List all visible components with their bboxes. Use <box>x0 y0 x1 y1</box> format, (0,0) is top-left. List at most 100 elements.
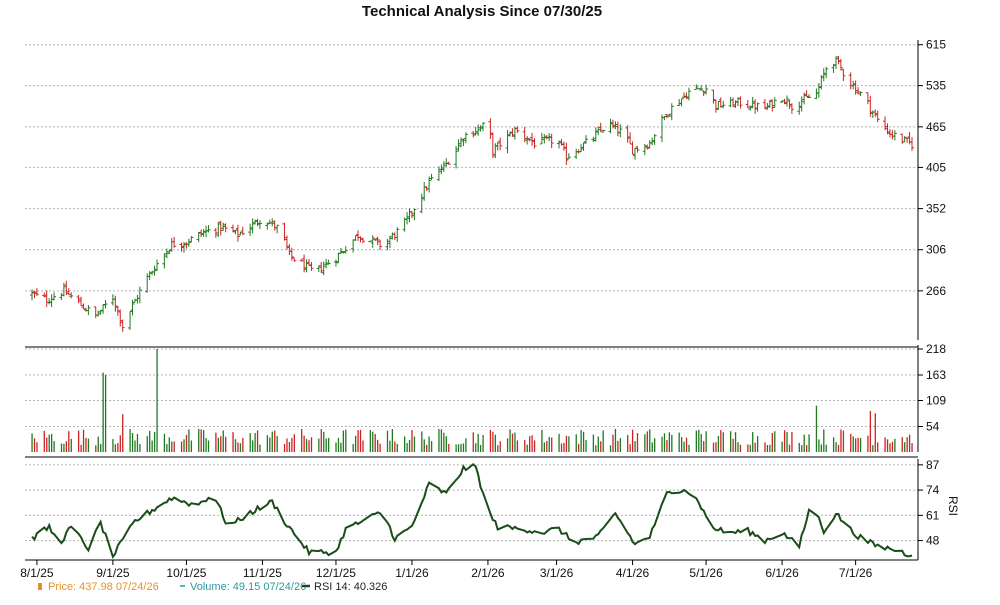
volume-bar <box>818 439 820 452</box>
volume-bar <box>31 433 33 452</box>
volume-bar <box>734 432 737 452</box>
volume-bar <box>259 444 261 452</box>
price-bar <box>304 259 309 273</box>
volume-bar <box>166 444 168 452</box>
x-tick-label: 2/1/26 <box>471 566 505 580</box>
price-bar <box>284 235 289 250</box>
volume-bar <box>627 435 629 452</box>
volume-bar <box>472 432 474 452</box>
price-bar <box>250 218 255 234</box>
price-bar <box>299 259 304 262</box>
volume-bar <box>543 442 546 452</box>
price-bar <box>412 208 417 221</box>
price-bar <box>441 161 446 173</box>
price-bar <box>659 114 664 143</box>
volume-bar <box>328 437 330 452</box>
volume-bar <box>546 440 548 452</box>
price-bar <box>213 228 218 238</box>
volume-bar <box>207 440 210 452</box>
price-ytick-label: 352 <box>926 202 946 216</box>
volume-bar <box>222 430 224 452</box>
volume-bar <box>354 435 357 452</box>
volume-bar <box>68 431 70 452</box>
volume-bar <box>421 431 423 452</box>
price-bar <box>429 173 434 181</box>
volume-bar <box>877 442 879 452</box>
volume-bar <box>396 443 398 452</box>
x-tick-label: 11/1/25 <box>243 566 282 580</box>
volume-bar <box>766 444 769 452</box>
price-bar <box>370 235 375 248</box>
volume-bar <box>136 434 139 452</box>
volume-bar <box>842 430 845 452</box>
price-bar <box>890 129 895 140</box>
price-bar <box>113 295 118 312</box>
price-bar <box>728 96 733 108</box>
volume-bar <box>592 434 595 452</box>
volume-bar <box>663 433 666 452</box>
volume-bar <box>582 431 585 452</box>
x-tick-label: 9/1/25 <box>96 566 130 580</box>
volume-bar <box>129 429 131 452</box>
price-bar <box>201 229 206 237</box>
volume-bar <box>732 438 734 452</box>
volume-bar <box>119 435 121 452</box>
x-tick-label: 10/1/25 <box>166 566 206 580</box>
volume-bar <box>215 432 217 452</box>
volume-bar <box>560 443 563 452</box>
price-bar <box>373 238 378 242</box>
volume-bar <box>394 441 396 452</box>
volume-bar <box>651 442 653 452</box>
volume-bar <box>891 441 894 452</box>
volume-bar <box>906 437 908 452</box>
price-bar <box>608 118 613 134</box>
price-bar <box>378 239 383 250</box>
volume-bar <box>335 442 337 452</box>
volume-bar <box>146 436 148 452</box>
volume-bar <box>320 429 322 452</box>
x-tick-label: 12/1/25 <box>316 566 356 580</box>
volume-bar <box>274 430 276 452</box>
price-bar <box>831 64 836 73</box>
volume-bar <box>168 437 170 452</box>
volume-bar <box>747 444 749 452</box>
volume-bar <box>100 443 102 452</box>
volume-bar <box>558 433 560 452</box>
price-bar <box>875 110 880 123</box>
price-bar <box>767 99 772 108</box>
volume-bar <box>595 445 597 452</box>
price-bar <box>593 127 598 142</box>
volume-bar <box>104 374 107 452</box>
price-bar <box>248 223 253 236</box>
price-bar <box>216 221 221 237</box>
volume-bar <box>185 434 188 452</box>
price-bar <box>101 303 106 314</box>
volume-ytick-label: 163 <box>926 368 946 382</box>
price-bar <box>128 311 133 330</box>
volume-bar <box>781 441 783 452</box>
volume-bar <box>524 439 526 452</box>
volume-bar <box>77 430 80 452</box>
volume-bar <box>95 445 97 452</box>
price-ytick-label: 615 <box>926 38 946 52</box>
price-bar <box>510 128 515 137</box>
volume-bar <box>730 431 732 452</box>
volume-bar <box>688 444 690 452</box>
price-bar <box>392 232 397 240</box>
volume-bar <box>139 443 141 452</box>
volume-bar <box>465 438 467 452</box>
volume-bar <box>188 429 190 452</box>
price-bar <box>542 134 547 144</box>
volume-bar <box>362 440 364 452</box>
price-bar <box>316 265 321 273</box>
price-bar <box>395 227 400 242</box>
volume-bar <box>533 440 536 452</box>
volume-bar <box>43 430 45 452</box>
volume-bar <box>575 434 577 452</box>
price-bar <box>618 124 623 138</box>
volume-bar <box>857 437 859 452</box>
volume-bar <box>291 437 293 452</box>
volume-bar <box>568 436 570 452</box>
volume-bar <box>457 444 460 452</box>
price-bar <box>669 103 674 121</box>
